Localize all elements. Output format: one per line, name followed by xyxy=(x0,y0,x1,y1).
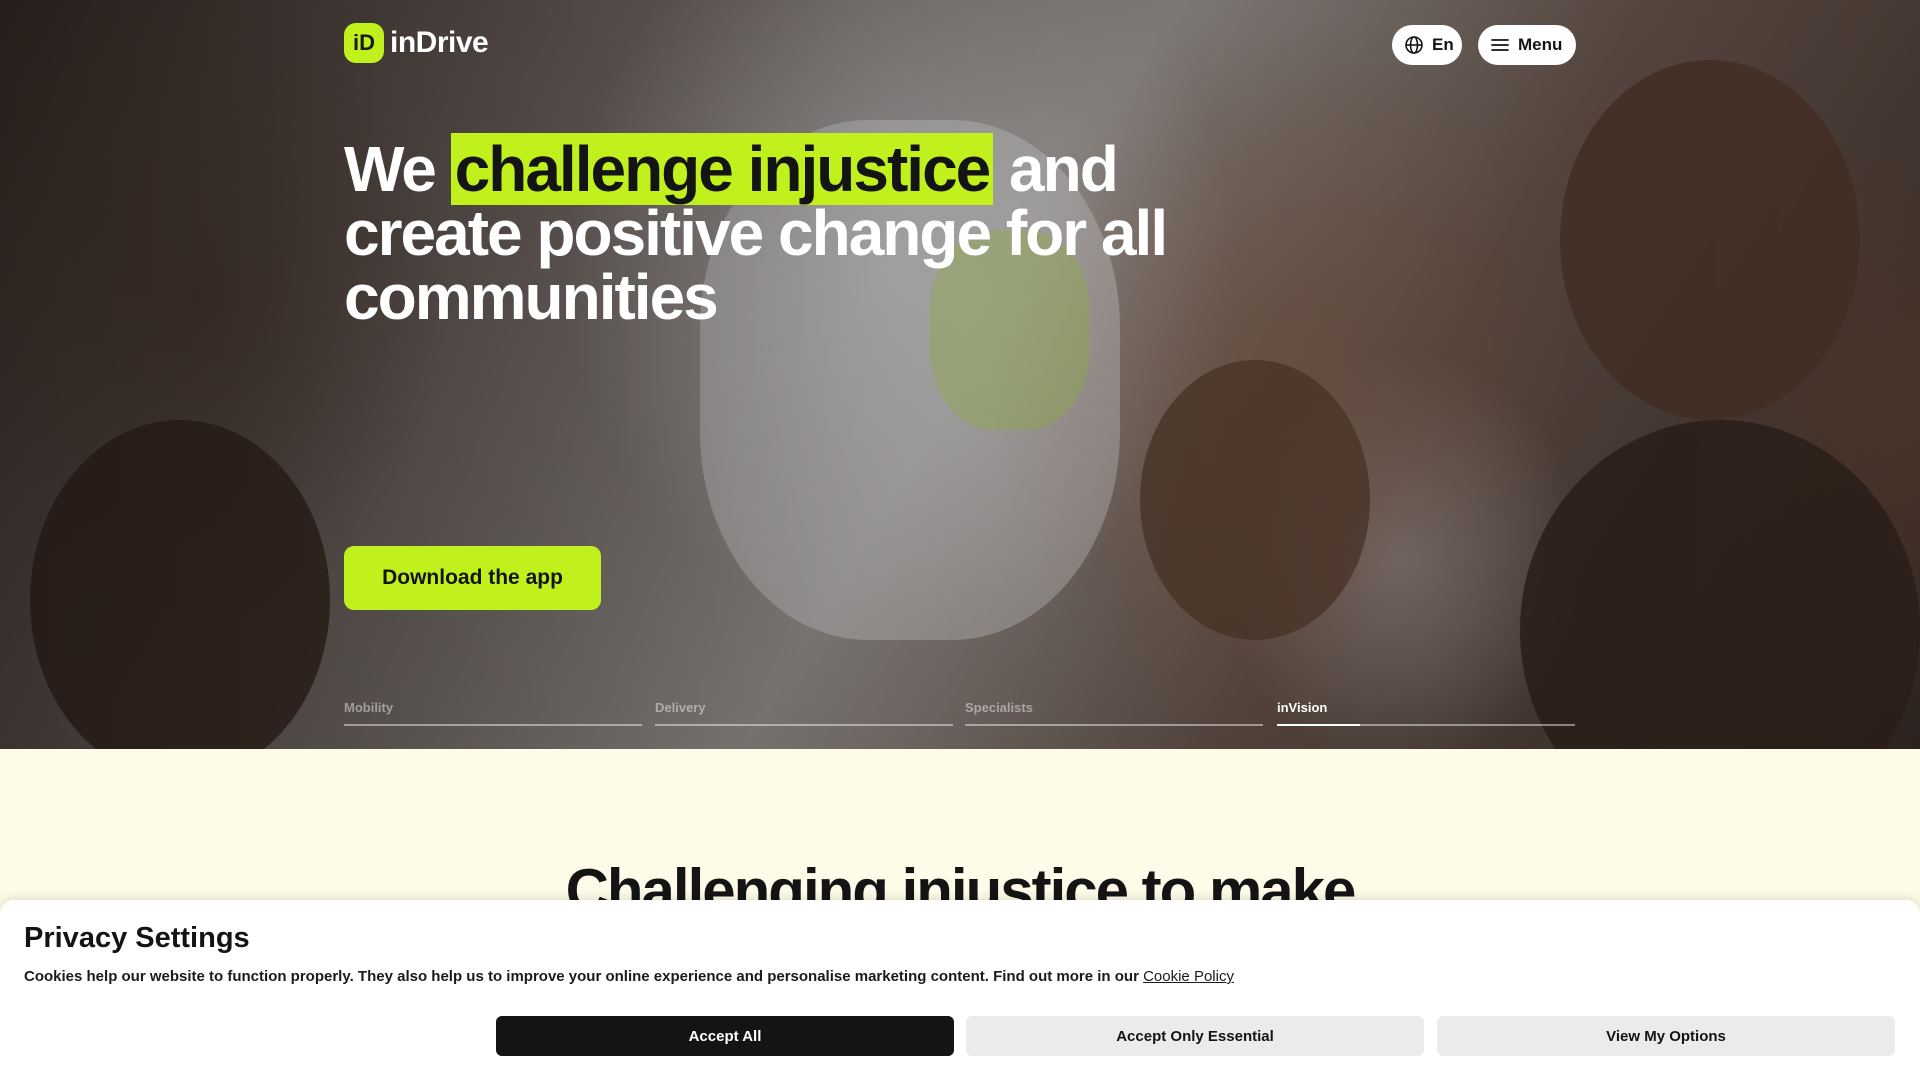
tab-label: Delivery xyxy=(655,700,706,715)
tab-label: inVision xyxy=(1277,700,1328,715)
privacy-settings-text: Cookies help our website to function pro… xyxy=(24,968,1234,985)
cookie-policy-link[interactable]: Cookie Policy xyxy=(1143,968,1234,985)
menu-button[interactable]: Menu xyxy=(1478,25,1576,65)
tab-progress-track xyxy=(344,724,642,726)
tab-invision[interactable]: inVision xyxy=(1277,700,1575,726)
language-label: En xyxy=(1432,35,1454,54)
tab-specialists[interactable]: Specialists xyxy=(965,700,1263,726)
tab-delivery[interactable]: Delivery xyxy=(655,700,953,726)
accept-essential-button[interactable]: Accept Only Essential xyxy=(966,1016,1424,1056)
indrive-logo[interactable]: iD inDrive xyxy=(344,23,489,63)
menu-label: Menu xyxy=(1518,35,1563,54)
tab-progress-fill xyxy=(1277,724,1361,726)
globe-icon xyxy=(1405,36,1423,54)
language-button[interactable]: En xyxy=(1392,25,1462,65)
accept-all-button[interactable]: Accept All xyxy=(496,1016,954,1056)
view-options-button[interactable]: View My Options xyxy=(1437,1016,1895,1056)
tab-progress-track xyxy=(965,724,1263,726)
privacy-settings-title: Privacy Settings xyxy=(24,922,250,954)
headline-highlight: challenge injustice xyxy=(450,133,994,205)
hero-section: iD inDrive En Menu We challenge injustic… xyxy=(0,0,1920,749)
tab-progress-track xyxy=(655,724,953,726)
cookie-description: Cookies help our website to function pro… xyxy=(24,968,1144,985)
download-app-button[interactable]: Download the app xyxy=(344,546,601,610)
hero-overlay xyxy=(0,0,1920,749)
logo-mark-icon: iD xyxy=(344,23,384,63)
tab-label: Specialists xyxy=(965,700,1033,715)
logo-text: inDrive xyxy=(390,26,489,59)
headline-text: We xyxy=(344,133,451,205)
tab-mobility[interactable]: Mobility xyxy=(344,700,642,726)
tab-label: Mobility xyxy=(344,700,394,715)
hamburger-icon xyxy=(1491,39,1509,51)
hero-headline: We challenge injustice and create positi… xyxy=(344,133,1184,329)
privacy-settings-banner: Privacy Settings Cookies help our websit… xyxy=(0,900,1920,1080)
tab-progress-track xyxy=(1277,724,1575,726)
